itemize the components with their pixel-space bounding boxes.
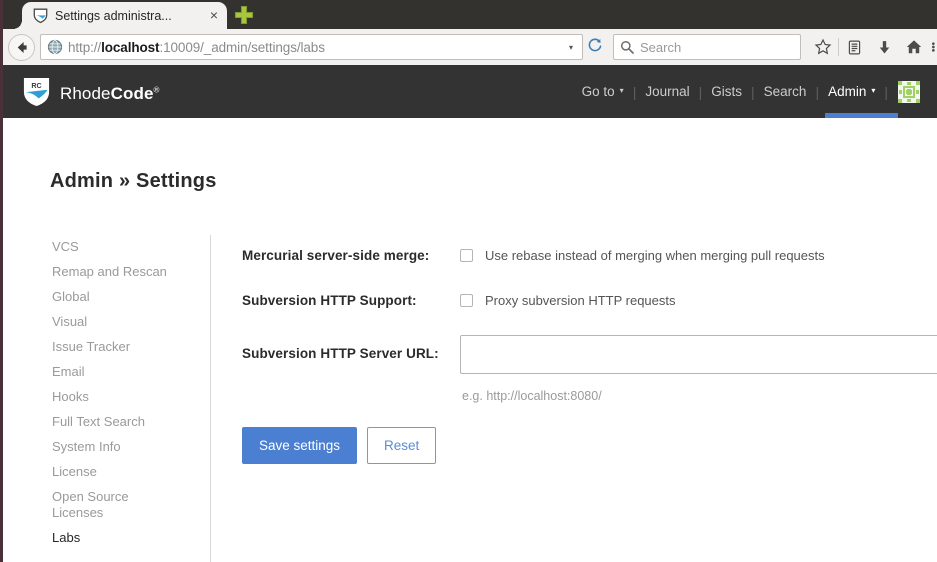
sidebar-item-hooks[interactable]: Hooks (50, 385, 204, 410)
proxy-subversion-checkbox[interactable] (460, 294, 473, 307)
nav-label: Journal (645, 84, 689, 99)
sidebar-item-label: Remap and Rescan (52, 264, 167, 279)
menu-overflow-icon[interactable] (929, 32, 937, 62)
sidebar-item-open-source-licenses[interactable]: Open Source Licenses (50, 485, 154, 526)
sidebar-item-label: Open Source Licenses (52, 489, 129, 520)
sidebar-item-label: VCS (52, 239, 79, 254)
logo-text: RhodeCode® (60, 84, 160, 104)
sidebar-item-label: Hooks (52, 389, 89, 404)
svn-url-input[interactable] (460, 335, 937, 374)
nav-item-admin[interactable]: Admin ▾ (819, 84, 884, 99)
checkbox-label: Proxy subversion HTTP requests (485, 293, 676, 308)
rhodecode-shield-icon: RC (22, 76, 51, 112)
page-body: Admin » Settings VCS Remap and Rescan Gl… (3, 118, 937, 562)
chevron-down-icon: ▾ (871, 86, 875, 95)
nav-label: Admin (828, 84, 866, 99)
browser-chrome: Settings administra... × http://loca (0, 0, 937, 65)
sidebar-item-label: Email (52, 364, 85, 379)
form-buttons: Save settings Reset (242, 427, 937, 464)
save-settings-button[interactable]: Save settings (242, 427, 357, 464)
nav-active-indicator (825, 113, 898, 118)
sidebar-item-label: Full Text Search (52, 414, 145, 429)
navigation-toolbar: http://localhost:10009/_admin/settings/l… (0, 29, 937, 65)
labs-settings-form: Mercurial server-side merge: Use rebase … (242, 246, 937, 464)
nav-item-goto[interactable]: Go to ▾ (573, 84, 633, 99)
search-placeholder: Search (640, 40, 681, 55)
sidebar-item-label: System Info (52, 439, 121, 454)
plus-icon[interactable] (232, 3, 256, 27)
field-label: Subversion HTTP Support: (242, 291, 460, 308)
sidebar-item-label: Labs (52, 530, 80, 545)
downloads-icon[interactable] (869, 32, 899, 62)
form-row-subversion-server-url: Subversion HTTP Server URL: e.g. http://… (242, 335, 937, 403)
tab-strip: Settings administra... × (0, 0, 937, 29)
nav-label: Gists (711, 84, 742, 99)
search-icon (620, 40, 634, 54)
nav-separator: | (884, 84, 888, 100)
sidebar-item-system-info[interactable]: System Info (50, 435, 204, 460)
home-icon[interactable] (899, 32, 929, 62)
url-scheme: http:// (68, 40, 101, 55)
bookmark-star-icon[interactable] (808, 32, 838, 62)
logo-name-bold: Code (111, 84, 154, 103)
reset-button[interactable]: Reset (367, 427, 436, 464)
url-path: :10009/_admin/settings/labs (159, 40, 324, 55)
svg-text:RC: RC (31, 82, 41, 90)
nav-label: Go to (582, 84, 615, 99)
nav-label: Search (764, 84, 807, 99)
sidebar-item-issue-tracker[interactable]: Issue Tracker (50, 335, 204, 360)
checkbox-group: Proxy subversion HTTP requests (460, 291, 676, 308)
rebase-merge-checkbox[interactable] (460, 249, 473, 262)
sidebar-item-visual[interactable]: Visual (50, 310, 204, 335)
svn-url-help-text: e.g. http://localhost:8080/ (462, 389, 937, 403)
url-bar[interactable]: http://localhost:10009/_admin/settings/l… (40, 34, 583, 60)
chevron-down-icon[interactable]: ▾ (564, 43, 578, 52)
checkbox-group: Use rebase instead of merging when mergi… (460, 246, 825, 263)
search-input[interactable]: Search (613, 34, 801, 60)
settings-sidebar: VCS Remap and Rescan Global Visual Issue… (50, 235, 211, 562)
reload-icon[interactable] (584, 37, 606, 57)
form-row-subversion-http-support: Subversion HTTP Support: Proxy subversio… (242, 291, 937, 308)
url-host: localhost (101, 40, 159, 55)
tab-title: Settings administra... (55, 9, 207, 23)
browser-tab[interactable]: Settings administra... × (22, 2, 227, 29)
sidebar-item-labs[interactable]: Labs (50, 526, 204, 551)
back-arrow-icon[interactable] (8, 34, 35, 61)
reader-list-icon[interactable] (839, 32, 869, 62)
nav-item-search[interactable]: Search (755, 84, 816, 99)
url-text: http://localhost:10009/_admin/settings/l… (68, 40, 564, 55)
app-header: RC RhodeCode® Go to ▾ | Journal | Gists … (3, 65, 937, 118)
sidebar-item-label: Visual (52, 314, 87, 329)
close-icon[interactable]: × (207, 9, 221, 23)
chevron-down-icon: ▾ (620, 86, 624, 95)
sidebar-item-label: Issue Tracker (52, 339, 130, 354)
globe-icon (47, 39, 63, 55)
field-label: Subversion HTTP Server URL: (242, 335, 460, 361)
sidebar-item-full-text-search[interactable]: Full Text Search (50, 410, 204, 435)
form-row-mercurial-merge: Mercurial server-side merge: Use rebase … (242, 246, 937, 263)
logo-name-light: Rhode (60, 84, 111, 103)
registered-mark: ® (154, 85, 160, 94)
rhodecode-logo[interactable]: RC RhodeCode® (22, 76, 160, 112)
sidebar-item-label: License (52, 464, 97, 479)
desktop-edge-strip (0, 0, 3, 562)
sidebar-item-vcs[interactable]: VCS (50, 235, 204, 260)
sidebar-item-email[interactable]: Email (50, 360, 204, 385)
sidebar-item-license[interactable]: License (50, 460, 204, 485)
shield-favicon-icon (32, 7, 49, 24)
svn-url-field-wrap: e.g. http://localhost:8080/ (460, 335, 937, 403)
sidebar-item-global[interactable]: Global (50, 285, 204, 310)
sidebar-item-remap-and-rescan[interactable]: Remap and Rescan (50, 260, 204, 285)
nav-item-journal[interactable]: Journal (636, 84, 698, 99)
main-nav: Go to ▾ | Journal | Gists | Search | Adm… (573, 65, 937, 118)
nav-item-gists[interactable]: Gists (702, 84, 751, 99)
sidebar-item-label: Global (52, 289, 90, 304)
field-label: Mercurial server-side merge: (242, 246, 460, 263)
gravatar-identicon[interactable] (898, 81, 920, 103)
page-title: Admin » Settings (50, 170, 217, 193)
checkbox-label: Use rebase instead of merging when mergi… (485, 248, 825, 263)
